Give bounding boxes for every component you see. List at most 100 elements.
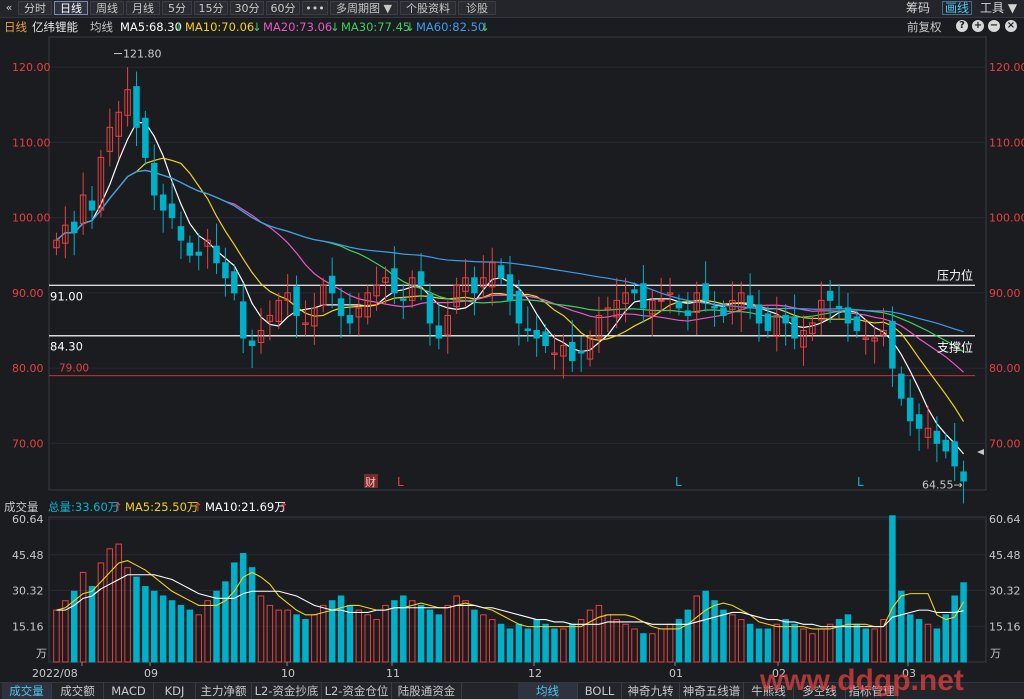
volume-bar bbox=[337, 595, 345, 663]
candle-body bbox=[88, 200, 96, 211]
price-tick-right: 110.00 bbox=[989, 136, 1024, 149]
volume-tick-left: 45.48 bbox=[12, 549, 44, 562]
indicator-tab-8[interactable]: 均线 bbox=[518, 683, 578, 699]
volume-bar bbox=[275, 609, 283, 663]
indicator-tab-0[interactable]: 成交量 bbox=[2, 683, 52, 699]
volume-bar bbox=[284, 609, 291, 663]
candle-body bbox=[782, 314, 789, 324]
candle-body bbox=[248, 340, 256, 347]
volume-total: 总量:33.60万 bbox=[48, 500, 120, 514]
chart-canvas[interactable]: 120.00 120.00 110.00 110.00 100.00 100.00 90.0… bbox=[0, 0, 1024, 682]
volume-bar bbox=[711, 600, 718, 663]
volume-bar bbox=[649, 633, 656, 663]
volume-bar bbox=[115, 543, 122, 663]
candle-body bbox=[195, 251, 202, 256]
candle-body bbox=[711, 305, 718, 309]
candle-body bbox=[435, 325, 443, 339]
indicator-tab-6[interactable]: L2-资金仓位 bbox=[322, 683, 392, 699]
candle-body bbox=[524, 328, 532, 331]
candle-body bbox=[933, 430, 941, 444]
candle-body bbox=[177, 226, 185, 241]
volume-bar bbox=[142, 586, 149, 663]
volume-bar bbox=[951, 595, 958, 663]
price-tick-left: 80.00 bbox=[12, 362, 44, 375]
indicator-tab-1[interactable]: 成交额 bbox=[52, 683, 104, 699]
candle-body bbox=[213, 245, 220, 264]
volume-bar bbox=[471, 609, 478, 663]
support-label: 支撑位 bbox=[937, 340, 973, 355]
candle-body bbox=[951, 441, 958, 467]
volume-bar bbox=[417, 604, 425, 663]
price-tick-left: 100.00 bbox=[12, 212, 51, 225]
volume-bar bbox=[657, 628, 665, 663]
candle-body bbox=[239, 301, 247, 339]
candle-body bbox=[426, 293, 434, 324]
volume-bar bbox=[818, 628, 825, 663]
volume-bar bbox=[746, 623, 754, 663]
indicator-tab-4[interactable]: 主力净额 bbox=[196, 683, 252, 699]
volume-bar bbox=[720, 609, 727, 663]
volume-tick-right: 15.16 bbox=[989, 620, 1021, 633]
volume-bar bbox=[666, 623, 674, 663]
price-tick-left: 110.00 bbox=[12, 136, 51, 149]
volume-bar bbox=[889, 515, 896, 663]
indicator-tab-5[interactable]: L2-资金抄底 bbox=[252, 683, 322, 699]
volume-bar bbox=[533, 619, 540, 663]
candle-body bbox=[640, 283, 647, 309]
candle-body bbox=[400, 298, 407, 301]
volume-bar bbox=[906, 614, 914, 663]
volume-bar bbox=[773, 623, 781, 663]
candle-body bbox=[942, 439, 950, 452]
volume-bar bbox=[213, 590, 220, 663]
candle-body bbox=[844, 307, 852, 324]
volume-bar bbox=[568, 623, 576, 663]
volume-bar bbox=[106, 548, 114, 663]
date-label: 2022/08 bbox=[32, 667, 78, 680]
watermark: www.ddgp.net bbox=[760, 664, 964, 697]
indicator-tab-10[interactable]: 神奇九转 bbox=[622, 683, 680, 699]
volume-bar bbox=[684, 609, 692, 663]
price-tick-right: 100.00 bbox=[989, 212, 1024, 225]
candle-body bbox=[764, 313, 772, 331]
high-price-label: 121.80 bbox=[123, 48, 162, 61]
indicator-tab-7[interactable]: 陆股通资金 bbox=[392, 683, 462, 699]
indicator-tab-9[interactable]: BOLL bbox=[578, 683, 622, 699]
volume-bar bbox=[355, 609, 363, 663]
candle-body bbox=[791, 316, 798, 339]
volume-bar bbox=[631, 628, 638, 663]
volume-bar bbox=[231, 562, 238, 663]
l-marker: L bbox=[397, 475, 404, 489]
support-value: 84.30 bbox=[50, 340, 83, 354]
price-tick-right: 80.00 bbox=[989, 362, 1021, 375]
candle-body bbox=[568, 342, 576, 362]
candle-body bbox=[346, 314, 354, 324]
volume-bar bbox=[506, 628, 514, 663]
indicator-tab-3[interactable]: KDJ bbox=[154, 683, 196, 699]
candle-body bbox=[577, 351, 585, 354]
volume-bar bbox=[898, 590, 905, 663]
volume-bar bbox=[391, 600, 398, 663]
date-label: 11 bbox=[386, 667, 400, 680]
candle-body bbox=[293, 286, 300, 316]
volume-bar bbox=[622, 623, 629, 663]
indicator-tab-2[interactable]: MACD bbox=[104, 683, 154, 699]
volume-total-up-arrow-icon: ↑ bbox=[113, 500, 123, 514]
candle-body bbox=[746, 295, 754, 309]
volume-bar bbox=[515, 623, 523, 663]
candle-body bbox=[675, 301, 683, 309]
volume-bar bbox=[480, 614, 487, 663]
candle-body bbox=[159, 194, 167, 211]
volume-bar bbox=[764, 628, 772, 663]
indicator-tab-11[interactable]: 神奇五线谱 bbox=[680, 683, 744, 699]
candle-body bbox=[417, 271, 425, 286]
candle-body bbox=[542, 331, 549, 347]
volume-bar bbox=[302, 619, 309, 663]
candle-body bbox=[222, 262, 229, 279]
volume-bar bbox=[239, 553, 247, 663]
last-price-pointer-icon bbox=[977, 449, 984, 455]
volume-bar bbox=[257, 595, 265, 663]
volume-bar bbox=[177, 604, 185, 663]
volume-bar bbox=[693, 595, 701, 663]
volume-bar bbox=[871, 628, 878, 663]
volume-bar bbox=[222, 581, 229, 663]
